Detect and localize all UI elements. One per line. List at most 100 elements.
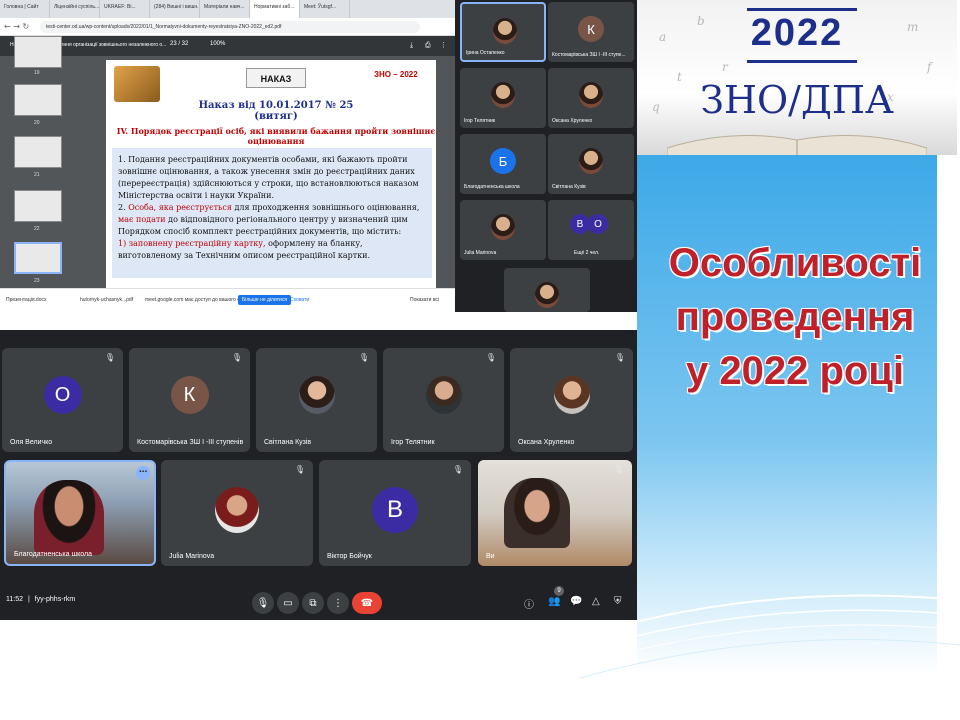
end-call-button[interactable]: ☎: [352, 592, 382, 614]
more-options-button[interactable]: ⋮: [327, 592, 349, 614]
participant-name: Віктор Бойчук: [327, 553, 372, 560]
participant-name: Благодатненська школа: [14, 551, 92, 558]
meeting-code: fyy-phhs-rkm: [34, 596, 76, 603]
download-icon[interactable]: ⤓: [410, 41, 413, 50]
participant-tile-video[interactable]: 🎙 Ви: [478, 460, 632, 566]
participant-tile[interactable]: Ірина Остапенко: [460, 2, 546, 62]
participant-tile[interactable]: Б Благодатненська школа: [460, 134, 546, 194]
pdf-paragraph-1: 1. Подання реєстраційних документів особ…: [118, 155, 419, 200]
more-icon[interactable]: ⋮: [440, 41, 447, 49]
participant-tile[interactable]: 🎙 Ігор Телятник: [383, 348, 504, 452]
participant-video: [34, 480, 104, 555]
zno-logo: ЗНО – 2022: [374, 70, 418, 79]
participant-name: Благодатненська школа: [464, 184, 520, 190]
participant-name: Ігор Телятник: [391, 439, 435, 446]
meet-controls-bar: 11:52 | fyy-phhs-rkm 🎙 ▭ ⧉ ⋮ ☎ ⓘ 👥 9 💬 △…: [0, 584, 637, 620]
participant-photo: [425, 376, 462, 414]
url-field[interactable]: testi-center.od.ua/wp-content/uploads/20…: [40, 21, 420, 33]
browser-tab-active[interactable]: Нормативні заб...: [250, 0, 300, 18]
present-button[interactable]: ⧉: [302, 592, 324, 614]
participant-photo: [553, 376, 590, 414]
download-item[interactable]: Презентація.docx: [6, 297, 46, 303]
browser-tab[interactable]: Матеріали навч...: [200, 0, 250, 18]
print-icon[interactable]: ⎙: [425, 41, 431, 50]
participant-tile[interactable]: 🎙 Оксана Хруленко: [510, 348, 633, 452]
thumbnail[interactable]: [14, 190, 62, 222]
page-indicator[interactable]: 23 / 32: [170, 41, 188, 47]
participant-tile-video[interactable]: ⋯ Благодатненська школа: [4, 460, 156, 566]
camera-button[interactable]: ▭: [277, 592, 299, 614]
browser-tab[interactable]: Головна | Сайт: [0, 0, 50, 18]
participant-tile[interactable]: Світлана Кузів: [548, 134, 634, 194]
browser-screenshot: Головна | Сайт Ліцензійні суспіль... UKR…: [0, 0, 637, 312]
browser-tab[interactable]: Meet: Ўutsgf...: [300, 0, 350, 18]
nakaz-badge: НАКАЗ: [246, 68, 306, 88]
thumbnail-number: 21: [34, 172, 40, 178]
participant-tile[interactable]: 🎙 В Віктор Бойчук: [319, 460, 471, 566]
participant-tile[interactable]: Ігор Телятник: [460, 68, 546, 128]
banner-year: 2022: [750, 12, 844, 54]
participant-name: Світлана Кузів: [264, 439, 312, 446]
participant-name: Ірина Остапенко: [466, 50, 505, 56]
zno-banner: ab tm fx qr 2022 ЗНО/ДПА: [637, 0, 957, 155]
thumbnail[interactable]: [14, 36, 62, 68]
stop-sharing-button[interactable]: Більше не ділитися: [238, 295, 292, 305]
participant-tile[interactable]: 🎙 Світлана Кузів: [256, 348, 377, 452]
browser-tab[interactable]: UKRAEF: Ві...: [100, 0, 150, 18]
participant-tile[interactable]: К Костомарівська ЗШ І -ІІІ ступе...: [548, 2, 634, 62]
activities-icon[interactable]: △: [592, 596, 600, 607]
p2-num: 2.: [118, 203, 126, 212]
pdf-toolbar: Нормативне забезпечення організації зовн…: [0, 36, 455, 56]
participant-tile[interactable]: [504, 268, 590, 312]
participant-name: Julia Marinova: [464, 250, 497, 256]
mic-off-icon: 🎙: [104, 353, 115, 362]
zoom-level[interactable]: 100%: [210, 41, 225, 47]
download-item[interactable]: hutornyk-uchasnyk...pdf: [80, 297, 133, 303]
open-book-image: [667, 135, 927, 155]
participant-name: Костомарівська ЗШ І -ІІІ ступе...: [552, 52, 626, 58]
address-bar: ← → ↻ testi-center.od.ua/wp-content/uplo…: [0, 18, 455, 36]
participant-tile[interactable]: 🎙 О Оля Величко: [2, 348, 123, 452]
hide-button[interactable]: Сховати: [290, 297, 309, 303]
participant-tile[interactable]: Julia Marinova: [460, 200, 546, 260]
mic-off-icon: 🎙: [358, 353, 369, 362]
thumbnail-selected[interactable]: [14, 242, 62, 274]
slide-title-line-3: у 2022 році: [685, 349, 905, 393]
thumbnail[interactable]: [14, 136, 62, 168]
mic-button[interactable]: 🎙: [252, 592, 274, 614]
browser-tab[interactable]: Ліцензійні суспіль...: [50, 0, 100, 18]
pdf-page: НАКАЗ ЗНО – 2022 Наказ від 10.01.2017 № …: [106, 60, 436, 288]
pdf-viewer[interactable]: НАКАЗ ЗНО – 2022 Наказ від 10.01.2017 № …: [92, 56, 455, 288]
chat-icon[interactable]: 💬: [570, 596, 582, 607]
participant-avatar: К: [578, 16, 604, 42]
thumbnail-number: 19: [34, 70, 40, 76]
participant-name: Оксана Хруленко: [552, 118, 593, 124]
mic-off-icon: 🎙: [614, 353, 625, 362]
participant-photo: [579, 148, 603, 174]
participant-photo: [298, 376, 335, 414]
browser-tab[interactable]: (284) Вишні і вишн...: [150, 0, 200, 18]
meet-sidebar: Ірина Остапенко К Костомарівська ЗШ І -І…: [455, 0, 637, 312]
people-icon[interactable]: 👥: [548, 596, 560, 607]
pdf-section-title: IV. Порядок реєстрації осіб, які виявили…: [116, 126, 436, 146]
info-icon[interactable]: ⓘ: [524, 596, 534, 611]
thumbnail-number: 20: [34, 120, 40, 126]
pdf-paragraph-3: 1) заповнену реєстраційну картку, оформл…: [118, 238, 426, 262]
nav-arrows-icon[interactable]: ← → ↻: [4, 22, 29, 31]
participant-tile[interactable]: Оксана Хруленко: [548, 68, 634, 128]
participant-tile-more[interactable]: В О Ещё 2 чел.: [548, 200, 634, 260]
participant-tile[interactable]: 🎙 К Костомарівська ЗШ І -ІІІ ступенів: [129, 348, 250, 452]
slide-title-line-1: Особливості: [668, 241, 922, 285]
participant-avatar: В: [570, 214, 590, 234]
more-options-icon[interactable]: ⋯: [136, 466, 150, 480]
participant-tile[interactable]: 🎙 Julia Marinova: [161, 460, 313, 566]
participant-avatar: Б: [490, 148, 516, 174]
thumbnail[interactable]: [14, 84, 62, 116]
show-all-downloads[interactable]: Показати всі: [410, 297, 439, 303]
host-controls-icon[interactable]: ⛨: [614, 596, 622, 607]
participant-name: Julia Marinova: [169, 553, 215, 560]
participant-name: Оля Величко: [10, 439, 53, 446]
browser-tab-strip: Головна | Сайт Ліцензійні суспіль... UKR…: [0, 0, 455, 18]
pdf-paragraph-2: 2. Особа, яка реєструється для проходжен…: [118, 202, 426, 238]
slide-root: ab tm fx qr 2022 ЗНО/ДПА Особливості про…: [0, 0, 960, 720]
